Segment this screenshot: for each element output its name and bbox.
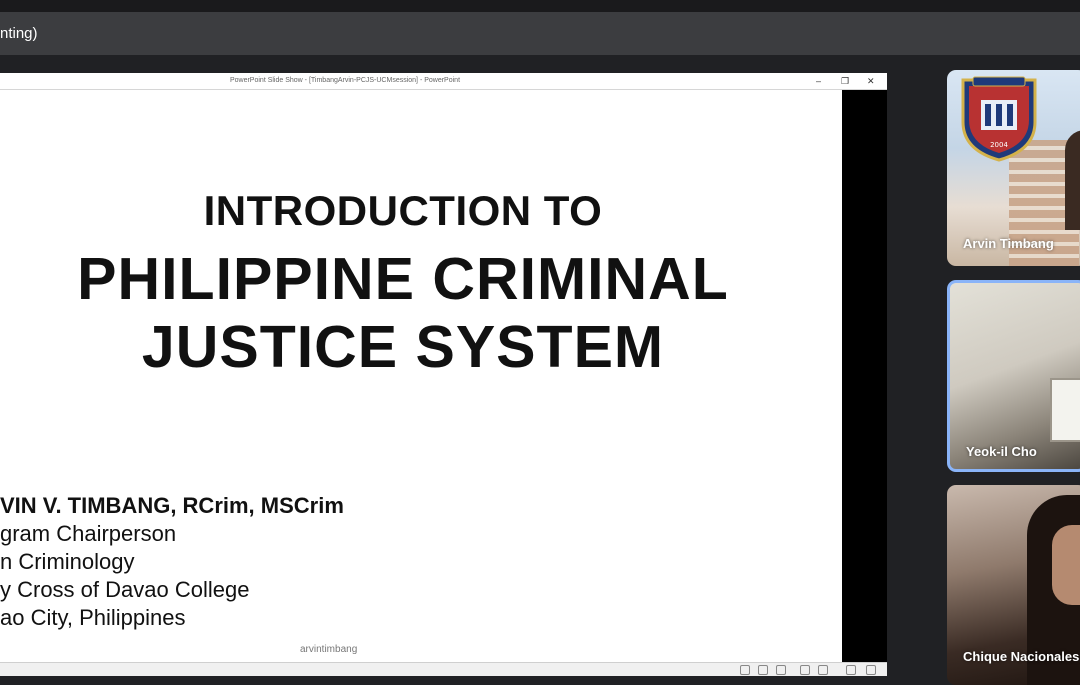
end-show-icon[interactable] — [866, 665, 876, 675]
participant-video — [1065, 130, 1080, 230]
criminology-logo-icon: 2004 — [961, 76, 1037, 162]
slide: INTRODUCTION TO PHILIPPINE CRIMINAL JUST… — [0, 90, 842, 662]
close-button[interactable]: ✕ — [867, 73, 875, 89]
minimize-button[interactable]: – — [816, 73, 821, 89]
restore-button[interactable]: ❐ — [841, 73, 849, 89]
top-strip — [0, 0, 1080, 12]
background-window — [1050, 378, 1080, 442]
powerpoint-window: PowerPoint Slide Show - [TimbangArvin-PC… — [0, 73, 887, 676]
slide-title-line2: PHILIPPINE CRIMINAL — [77, 246, 729, 312]
powerpoint-window-title: PowerPoint Slide Show - [TimbangArvin-PC… — [229, 77, 461, 84]
participant-name: Yeok-il Cho — [966, 444, 1037, 459]
presenting-bar: nting) — [0, 12, 1080, 55]
author-name: VIN V. TIMBANG, RCrim, MSCrim — [0, 493, 344, 518]
presenting-label: nting) — [0, 25, 38, 42]
grid-view-icon[interactable] — [800, 665, 810, 675]
next-slide-icon[interactable] — [758, 665, 768, 675]
participant-name: Arvin Timbang — [963, 236, 1054, 251]
slideshow-statusbar — [0, 662, 887, 676]
author-department: n Criminology — [0, 549, 135, 574]
powerpoint-titlebar: PowerPoint Slide Show - [TimbangArvin-PC… — [0, 73, 887, 90]
previous-slide-icon[interactable] — [740, 665, 750, 675]
more-options-icon[interactable] — [846, 665, 856, 675]
slide-watermark: arvintimbang — [300, 644, 358, 655]
participant-tile[interactable]: Chique Nacionales — [947, 485, 1080, 685]
pen-icon[interactable] — [776, 665, 786, 675]
participant-face — [1052, 525, 1080, 605]
zoom-icon[interactable] — [818, 665, 828, 675]
logo-year: 2004 — [990, 141, 1008, 149]
author-institution: y Cross of Davao College — [0, 577, 250, 602]
participant-name: Chique Nacionales — [963, 649, 1080, 664]
slide-title-line1: INTRODUCTION TO — [203, 187, 603, 234]
slide-title-line3: JUSTICE SYSTEM — [141, 314, 665, 380]
participant-tile[interactable]: 2004 Arvin Timbang — [947, 70, 1080, 266]
author-role: gram Chairperson — [0, 521, 177, 546]
participant-tile-active[interactable]: Yeok-il Cho — [947, 280, 1080, 472]
author-location: ao City, Philippines — [0, 605, 186, 630]
